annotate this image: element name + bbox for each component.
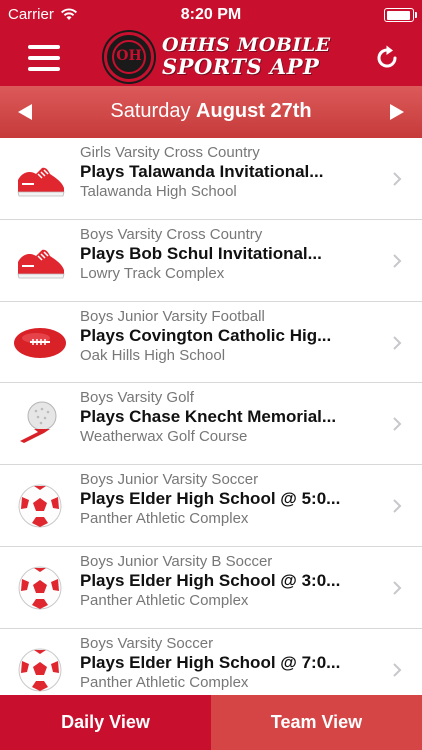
status-time: 8:20 PM (180, 6, 242, 23)
refresh-icon[interactable] (372, 43, 402, 73)
chevron-right-icon (393, 335, 402, 350)
event-sport: Boys Junior Varsity Football (80, 307, 265, 325)
event-title: Plays Bob Schul Invitational... (80, 243, 322, 263)
chevron-right-icon (393, 254, 402, 268)
list-item[interactable]: Boys Varsity Soccer Plays Elder High Sch… (0, 628, 422, 695)
chevron-right-icon (393, 172, 402, 186)
logo-monogram: OH (116, 48, 142, 64)
list-item[interactable]: Boys Varsity Golf Plays Chase Knecht Mem… (0, 383, 422, 466)
triangle-right-icon[interactable] (390, 104, 404, 120)
nav-bar: OH OHHS MOBILE SPORTS APP (0, 30, 422, 86)
running-shoe-icon (17, 167, 65, 197)
tab-bar: Daily View Team View (0, 695, 422, 750)
list-item[interactable]: Boys Junior Varsity Soccer Plays Elder H… (0, 465, 422, 547)
tab-daily-view[interactable]: Daily View (0, 695, 211, 750)
running-shoe-icon (17, 249, 65, 279)
event-title: Plays Elder High School @ 3:0... (80, 570, 341, 590)
tab-team-view[interactable]: Team View (211, 695, 422, 750)
event-sport: Boys Varsity Soccer (80, 634, 214, 652)
chevron-right-icon (393, 417, 402, 432)
event-venue: Panther Athletic Complex (80, 673, 249, 691)
date-weekday: Saturday (110, 100, 191, 122)
hamburger-menu-icon[interactable] (28, 45, 60, 71)
event-list: Girls Varsity Cross Country Plays Talawa… (0, 138, 422, 695)
event-title: Plays Elder High School @ 7:0... (80, 652, 341, 672)
event-title: Plays Talawanda Invitational... (80, 162, 324, 181)
event-venue: Lowry Track Complex (80, 264, 225, 282)
school-logo: OH (104, 32, 154, 82)
soccer-ball-icon (18, 566, 62, 610)
football-icon (14, 327, 66, 358)
event-venue: Weatherwax Golf Course (80, 428, 248, 446)
chevron-right-icon (393, 663, 402, 677)
list-item[interactable]: Boys Junior Varsity Football Plays Covin… (0, 301, 422, 384)
status-bar: Carrier 8:20 PM (0, 0, 422, 30)
list-item[interactable]: Boys Varsity Cross Country Plays Bob Sch… (0, 219, 422, 302)
event-sport: Boys Junior Varsity B Soccer (80, 552, 273, 570)
event-title: Plays Chase Knecht Memorial... (80, 407, 337, 427)
soccer-ball-icon (18, 484, 62, 528)
event-sport: Boys Varsity Cross Country (80, 225, 263, 243)
event-sport: Boys Varsity Golf (80, 389, 194, 407)
event-venue: Panther Athletic Complex (80, 591, 249, 609)
date-bar: Saturday August 27th (0, 86, 422, 138)
chevron-right-icon (393, 581, 402, 595)
app-title: OHHS MOBILE SPORTS APP (162, 34, 331, 78)
event-venue: Panther Athletic Complex (80, 510, 249, 528)
soccer-ball-icon (18, 648, 62, 692)
list-item[interactable]: Boys Junior Varsity B Soccer Plays Elder… (0, 546, 422, 629)
event-title: Plays Elder High School @ 5:0... (80, 489, 341, 509)
event-sport: Girls Varsity Cross Country (80, 144, 260, 161)
event-sport: Boys Junior Varsity Soccer (80, 471, 259, 489)
list-item[interactable]: Girls Varsity Cross Country Plays Talawa… (0, 138, 422, 220)
app-title-line2: SPORTS APP (162, 54, 320, 79)
golf-ball-tee-icon (20, 401, 57, 444)
event-venue: Oak Hills High School (80, 346, 226, 364)
date-value: August 27th (196, 100, 312, 122)
chevron-right-icon (393, 499, 402, 513)
event-title: Plays Covington Catholic Hig... (80, 325, 332, 345)
battery-icon (384, 8, 417, 22)
current-date: Saturday August 27th (0, 100, 422, 123)
app-title-line1: OHHS MOBILE (162, 34, 331, 56)
event-venue: Talawanda High School (80, 183, 237, 200)
